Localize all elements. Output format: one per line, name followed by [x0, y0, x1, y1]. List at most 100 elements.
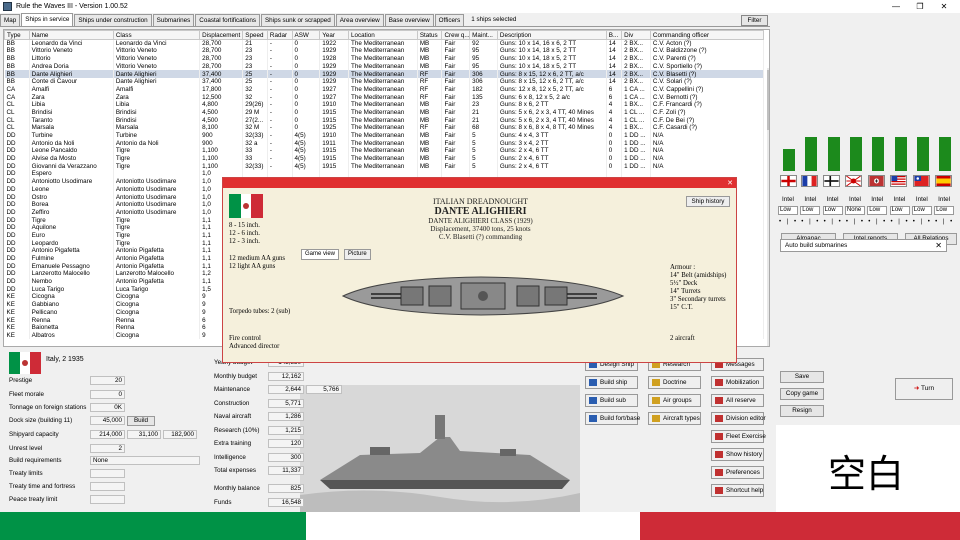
table-row[interactable]: BB Littorio Vittorio Veneto 28,700 23-0 1928 T…: [4, 54, 765, 63]
column-header[interactable]: Class: [112, 30, 201, 40]
scrollbar-thumb[interactable]: [767, 70, 769, 130]
filter-button[interactable]: Filter: [741, 15, 768, 26]
all-reserve-button[interactable]: All reserve: [711, 394, 764, 407]
air-groups-button[interactable]: Air groups: [648, 394, 701, 407]
tab-map[interactable]: Map: [0, 14, 21, 26]
table-cell: 37,400: [199, 78, 244, 86]
build-ship-button[interactable]: Build ship: [585, 376, 638, 389]
show-history-button[interactable]: Show history: [711, 448, 764, 461]
column-header[interactable]: Displacement: [199, 30, 244, 40]
table-row[interactable]: BB Dante Alighieri Dante Alighieri 37,400 25…: [4, 70, 765, 79]
france-flag-icon[interactable]: [801, 175, 818, 187]
intel-stepper[interactable]: • | •: [891, 219, 910, 227]
china-flag-icon[interactable]: [913, 175, 930, 187]
tab-game-view[interactable]: Game view: [301, 249, 340, 260]
table-cell: 23: [469, 101, 498, 109]
shortcut-help-button[interactable]: Shortcut help: [711, 484, 764, 497]
germany-flag-icon[interactable]: [823, 175, 840, 187]
tab-ships-in-service[interactable]: Ships in service: [21, 13, 74, 26]
intel-level-select[interactable]: Low: [934, 206, 955, 215]
japan-flag-icon[interactable]: [845, 175, 862, 187]
tab-area-overview[interactable]: Area overview: [335, 14, 384, 26]
intel-stepper[interactable]: • | •: [801, 219, 820, 227]
italy-ensign-flag-icon[interactable]: [868, 175, 885, 187]
save-button[interactable]: Save: [780, 371, 824, 383]
britain-flag-icon[interactable]: [780, 175, 797, 187]
clear-x-icon[interactable]: ✕: [935, 240, 942, 251]
division-editor-button[interactable]: Division editor: [711, 412, 766, 425]
column-header[interactable]: Location: [348, 30, 418, 40]
minimize-button[interactable]: —: [884, 0, 908, 13]
intel-level-select[interactable]: None: [844, 206, 865, 215]
table-row[interactable]: CL Taranto Brindisi 4,500 27(2... -0 1915 The M…: [4, 116, 765, 125]
build-sub-button[interactable]: Build sub: [585, 394, 638, 407]
table-row[interactable]: BB Vittorio Veneto Vittorio Veneto 28,700 23…: [4, 47, 765, 55]
table-row[interactable]: BB Leonardo da Vinci Leonardo da Vinci 28,7…: [4, 39, 765, 48]
preferences-button[interactable]: Preferences: [711, 466, 764, 479]
column-header[interactable]: B...: [605, 30, 623, 40]
table-row[interactable]: CL Marsala Marsala 8,100 32 M -0 1925 The Medit…: [4, 124, 765, 132]
tab-coastal-fortifications[interactable]: Coastal fortifications: [195, 14, 260, 26]
column-header[interactable]: Div: [621, 30, 651, 40]
table-row[interactable]: BB Andrea Doria Vittorio Veneto 28,700 23-0 1…: [4, 62, 765, 71]
tab-officers[interactable]: Officers: [434, 14, 465, 26]
tab-submarines[interactable]: Submarines: [152, 14, 195, 26]
doctrine-button[interactable]: Doctrine: [648, 376, 701, 389]
column-header[interactable]: Name: [28, 30, 114, 40]
intel-level-select[interactable]: Low: [889, 206, 910, 215]
column-header[interactable]: Commanding officer: [649, 30, 765, 40]
table-row[interactable]: DD Turbine Turbine 900 32(33) -4(5) 1910 The Me…: [4, 131, 765, 140]
column-header[interactable]: Type: [4, 30, 30, 40]
turn-button[interactable]: ➜ Turn: [895, 378, 953, 400]
table-row[interactable]: DD Giovanni da Verazzano Tigre 1,100 32(33) -…: [4, 162, 765, 171]
aircraft-types-button[interactable]: Aircraft types: [648, 412, 701, 425]
column-header[interactable]: Maint...: [469, 30, 498, 40]
spain-flag-icon[interactable]: [935, 175, 952, 187]
intel-stepper[interactable]: • | •: [779, 219, 798, 227]
column-header[interactable]: Crew q...: [441, 30, 471, 40]
intel-level-select[interactable]: Low: [822, 206, 843, 215]
table-row[interactable]: CA Amalfi Amalfi 17,800 32-0 1927 The Mediterr…: [4, 85, 765, 94]
column-header[interactable]: Description: [496, 30, 607, 40]
table-row[interactable]: DD Leone Pancaldo Tigre 1,100 33-4(5) 1915 The…: [4, 147, 765, 155]
column-header[interactable]: Year: [319, 30, 349, 40]
column-header[interactable]: Speed: [242, 30, 268, 40]
table-row[interactable]: CL Brindisi Brindisi 4,500 29 M -0 1915 The Med…: [4, 108, 765, 117]
tab-picture[interactable]: Picture: [344, 249, 371, 260]
copy-game-button[interactable]: Copy game: [780, 388, 824, 400]
intel-level-select[interactable]: Low: [911, 206, 932, 215]
intel-stepper[interactable]: • | •: [935, 219, 954, 227]
column-header[interactable]: Status: [416, 30, 443, 40]
tab-ships-sunk[interactable]: Ships sunk or scrapped: [260, 14, 335, 26]
column-header[interactable]: ASW: [291, 30, 321, 40]
table-row[interactable]: CL Libia Libia 4,800 29(26) -0 1910 The Mediter…: [4, 101, 765, 109]
table-row[interactable]: DD Alvise da Mosto Tigre 1,100 33-4(5) 1915 Th…: [4, 154, 765, 163]
close-window-button[interactable]: ✕: [932, 0, 956, 13]
maximize-button[interactable]: ❐: [908, 0, 932, 13]
intel-stepper[interactable]: • | •: [824, 219, 843, 227]
tab-ships-under-construction[interactable]: Ships under construction: [74, 14, 152, 26]
auto-build-submarines-field[interactable]: Auto build submarines ✕: [780, 239, 947, 252]
table-cell: Dante Alighieri: [113, 70, 201, 79]
column-header[interactable]: Radar: [266, 30, 293, 40]
usa-flag-icon[interactable]: [890, 175, 907, 187]
intel-stepper[interactable]: • | •: [846, 219, 865, 227]
intel-level-select[interactable]: Low: [800, 206, 821, 215]
table-row[interactable]: CA Zara Zara 12,500 32-0 1927 The Mediterranea…: [4, 93, 765, 102]
table-row[interactable]: DD Antonio da Noli Antonio da Noli 900 32 a-…: [4, 139, 765, 148]
intel-level-select[interactable]: Low: [778, 206, 798, 215]
tab-base-overview[interactable]: Base overview: [384, 14, 434, 26]
table-scrollbar[interactable]: [767, 68, 769, 346]
resign-button[interactable]: Resign: [780, 405, 824, 417]
mobilization-button[interactable]: Mobilization: [711, 376, 764, 389]
table-row[interactable]: BB Conte di Cavour Dante Alighieri 37,400 25…: [4, 78, 765, 86]
fleet-exercise-button[interactable]: Fleet Exercise: [711, 430, 766, 443]
table-cell: Fair: [441, 162, 471, 171]
ship-history-button[interactable]: Ship history: [686, 196, 730, 207]
build-dock-button[interactable]: Build: [127, 416, 155, 426]
build-fort-base-button[interactable]: Build fort/base: [585, 412, 640, 425]
intel-stepper[interactable]: • | •: [913, 219, 932, 227]
intel-stepper[interactable]: • | •: [868, 219, 887, 227]
popup-close-icon[interactable]: ✕: [727, 179, 733, 187]
intel-level-select[interactable]: Low: [867, 206, 888, 215]
